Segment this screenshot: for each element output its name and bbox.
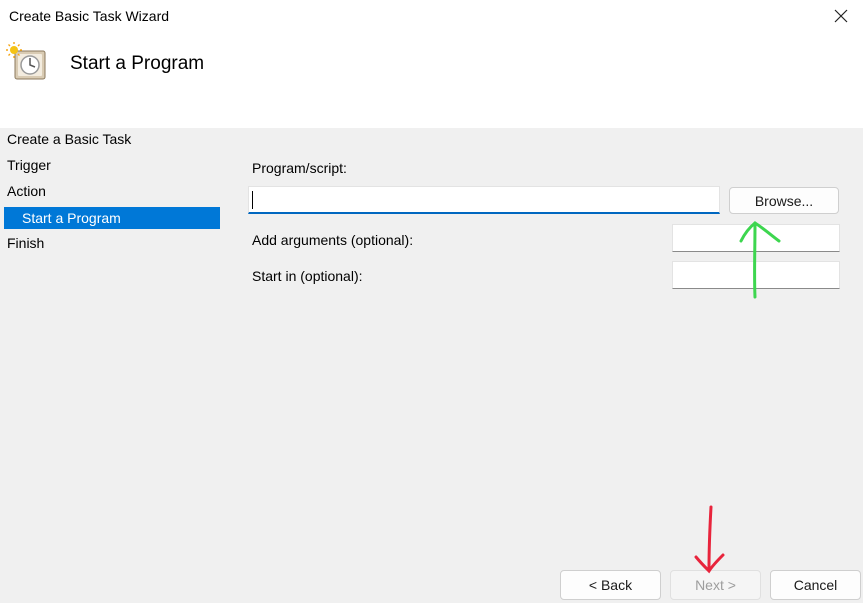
start-in-input[interactable] [672, 261, 840, 289]
red-arrow-annotation [694, 505, 725, 574]
step-create-basic-task[interactable]: Create a Basic Task [0, 128, 220, 150]
add-arguments-label: Add arguments (optional): [252, 232, 414, 248]
close-icon [834, 9, 848, 23]
cancel-button[interactable]: Cancel [770, 570, 861, 600]
step-start-a-program[interactable]: Start a Program [4, 207, 220, 229]
start-in-label: Start in (optional): [252, 268, 363, 284]
step-trigger[interactable]: Trigger [0, 154, 220, 176]
window-title: Create Basic Task Wizard [9, 8, 170, 24]
step-finish[interactable]: Finish [0, 232, 220, 254]
browse-button[interactable]: Browse... [729, 187, 839, 214]
program-script-label: Program/script: [252, 160, 347, 176]
program-script-input[interactable] [248, 186, 720, 214]
text-caret [252, 191, 253, 209]
add-arguments-input[interactable] [672, 224, 840, 252]
wizard-header: Start a Program [0, 34, 863, 128]
title-bar: Create Basic Task Wizard [0, 0, 863, 34]
step-action[interactable]: Action [0, 180, 220, 202]
next-button[interactable]: Next > [670, 570, 761, 600]
close-button[interactable] [826, 2, 856, 30]
page-title: Start a Program [70, 53, 205, 74]
back-button[interactable]: < Back [560, 570, 661, 600]
task-scheduler-icon [6, 42, 46, 80]
